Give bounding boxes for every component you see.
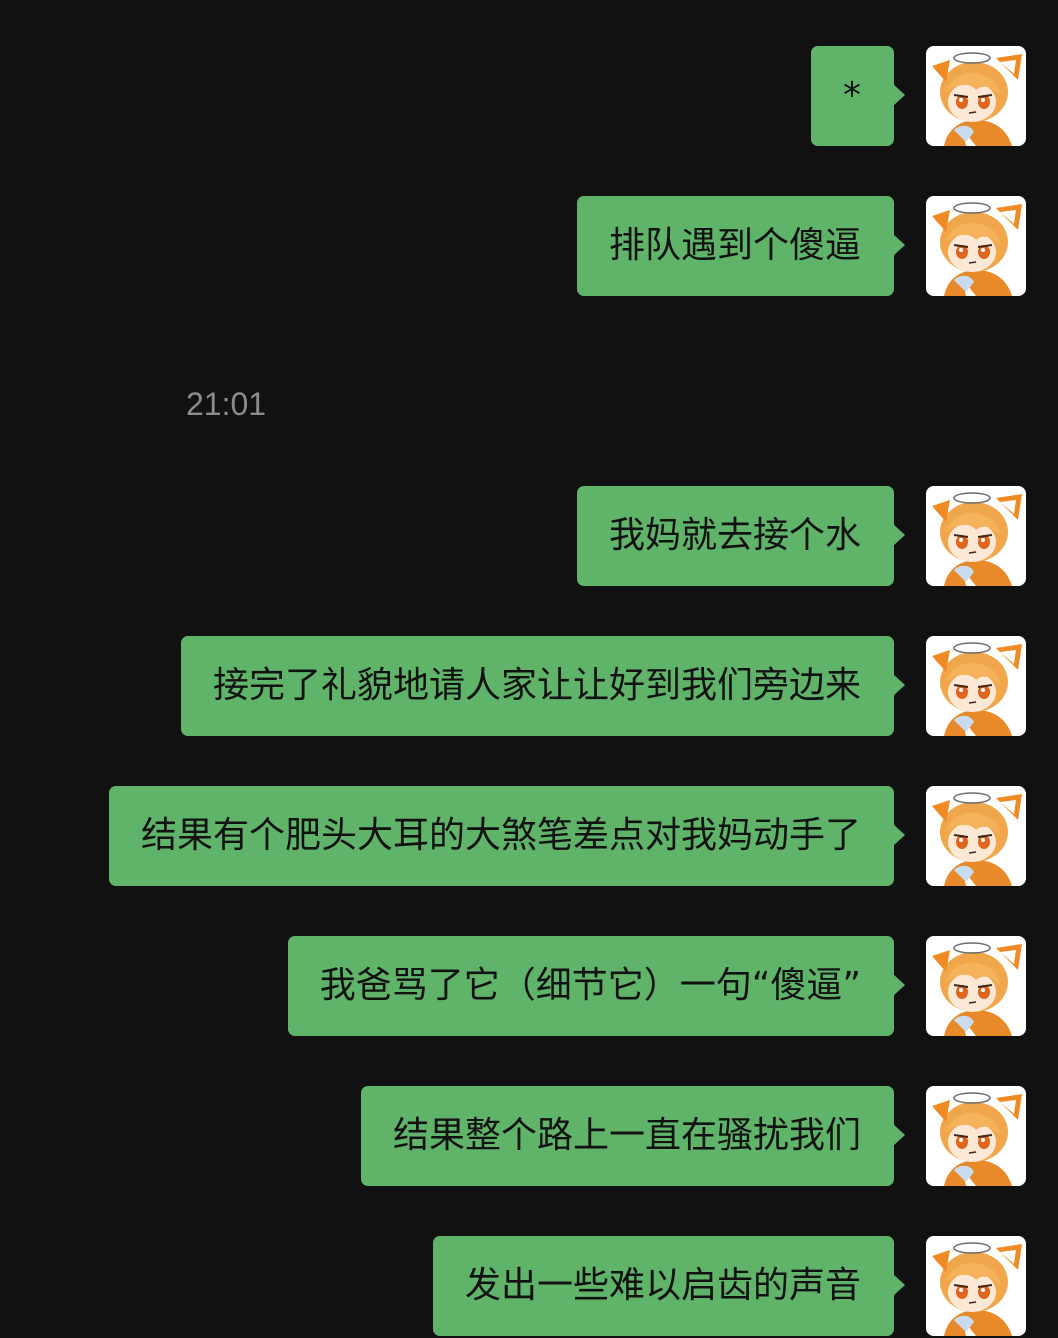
user-avatar-icon[interactable] xyxy=(926,1086,1026,1186)
message-row: 发出一些难以启齿的声音 xyxy=(432,1236,1026,1336)
user-avatar-icon[interactable] xyxy=(926,1236,1026,1336)
message-bubble[interactable]: 我妈就去接个水 xyxy=(576,486,906,586)
timestamp: 21:01 xyxy=(186,386,267,422)
user-avatar-icon[interactable] xyxy=(926,786,1026,886)
message-row: 排队遇到个傻逼 xyxy=(576,196,1026,296)
user-avatar-icon[interactable] xyxy=(926,46,1026,146)
message-bubble[interactable]: * xyxy=(811,46,905,146)
user-avatar-icon[interactable] xyxy=(926,196,1026,296)
message-row: 结果整个路上一直在骚扰我们 xyxy=(360,1086,1026,1186)
message-bubble[interactable]: 我爸骂了它（细节它）一句“傻逼” xyxy=(287,936,906,1036)
user-avatar-icon[interactable] xyxy=(926,636,1026,736)
message-bubble[interactable]: 接完了礼貌地请人家让让好到我们旁边来 xyxy=(180,636,906,736)
message-bubble[interactable]: 结果整个路上一直在骚扰我们 xyxy=(360,1086,906,1186)
user-avatar-icon[interactable] xyxy=(926,936,1026,1036)
message-row: * xyxy=(811,46,1026,146)
message-bubble[interactable]: 结果有个肥头大耳的大煞笔差点对我妈动手了 xyxy=(108,786,906,886)
message-bubble[interactable]: 发出一些难以启齿的声音 xyxy=(432,1236,906,1336)
message-row: 结果有个肥头大耳的大煞笔差点对我妈动手了 xyxy=(108,786,1026,886)
message-row: 我爸骂了它（细节它）一句“傻逼” xyxy=(287,936,1026,1036)
message-bubble[interactable]: 排队遇到个傻逼 xyxy=(576,196,906,296)
message-row: 接完了礼貌地请人家让让好到我们旁边来 xyxy=(180,636,1026,736)
user-avatar-icon[interactable] xyxy=(926,486,1026,586)
message-row: 我妈就去接个水 xyxy=(576,486,1026,586)
